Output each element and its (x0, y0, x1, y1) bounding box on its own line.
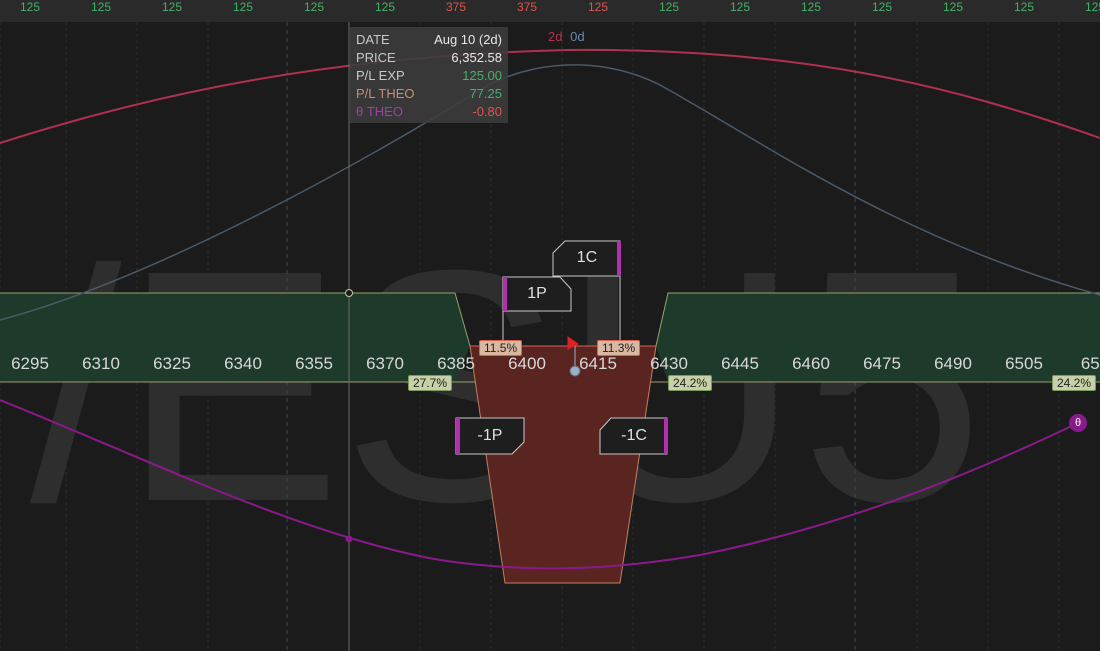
info-key: DATE (356, 32, 390, 47)
leg-label-short-put: -1P (477, 427, 503, 444)
profit-zone-left (0, 293, 470, 346)
pl-value-0: 125 (19, 0, 41, 14)
strike-label-1: 6310 (82, 354, 120, 373)
pl-value-15: 125 (1084, 0, 1100, 14)
strike-label-0: 6295 (11, 354, 49, 373)
pl-value-1: 125 (90, 0, 112, 14)
short-call-accent (664, 418, 668, 454)
info-row: θ THEO -0.80 (356, 103, 502, 121)
info-row: P/L THEO 77.25 (356, 85, 502, 103)
info-row: P/L EXP 125.00 (356, 67, 502, 85)
leg-label-long-put: 1P (527, 285, 547, 302)
pl-value-13: 125 (942, 0, 964, 14)
strike-label-6: 6385 (437, 354, 475, 373)
legend-2d[interactable]: 2d (548, 29, 562, 44)
pl-value-4: 125 (303, 0, 325, 14)
info-key: P/L EXP (356, 68, 405, 83)
info-row: DATE Aug 10 (2d) (356, 31, 502, 49)
info-value: 77.25 (469, 86, 502, 101)
cursor-point-top (345, 289, 353, 297)
strike-label-9: 6430 (650, 354, 688, 373)
legend-0d[interactable]: 0d (570, 29, 584, 44)
pct-badge-outer-right: 24.2% (668, 375, 713, 391)
pl-value-14: 125 (1013, 0, 1035, 14)
strike-label-15: 652 (1080, 354, 1100, 373)
info-value: 125.00 (462, 68, 502, 83)
pl-value-2: 125 (161, 0, 183, 14)
pl-value-12: 125 (871, 0, 893, 14)
strike-label-8: 6415 (579, 354, 617, 373)
pct-badge-inner-right: 11.3% (597, 340, 641, 356)
pl-value-10: 125 (729, 0, 751, 14)
leg-label-short-call: -1C (621, 427, 647, 444)
strike-label-13: 6490 (934, 354, 972, 373)
pct-badge-inner-left: 11.5% (479, 340, 523, 356)
pl-at-expiration-row: 125 125 125 125 125 125 375 375 125 125 125 125 125 1… (0, 0, 1100, 22)
strike-label-7: 6400 (508, 354, 546, 373)
strike-label-12: 6475 (863, 354, 901, 373)
curve-2d (0, 48, 1100, 144)
info-value: Aug 10 (2d) (434, 32, 502, 47)
pl-value-9: 125 (658, 0, 680, 14)
pl-value-3: 125 (232, 0, 254, 14)
strike-label-3: 6340 (224, 354, 262, 373)
pct-badge-far-right: 24.2% (1052, 375, 1097, 391)
info-value: -0.80 (472, 104, 502, 119)
pl-value-6: 375 (445, 0, 467, 14)
info-key: θ THEO (356, 104, 403, 119)
pl-value-8: 125 (587, 0, 609, 14)
pl-value-11: 125 (800, 0, 822, 14)
strike-label-4: 6355 (295, 354, 333, 373)
pct-badge-outer-left: 27.7% (408, 375, 453, 391)
pl-value-5: 125 (374, 0, 396, 14)
info-key: PRICE (356, 50, 396, 65)
cursor-point-theta (345, 535, 353, 543)
strike-label-14: 6505 (1005, 354, 1043, 373)
pl-value-7: 375 (516, 0, 538, 14)
leg-label-long-call: 1C (576, 249, 598, 266)
info-value: 6,352.58 (451, 50, 502, 65)
profit-zone-right (656, 293, 1100, 346)
strike-label-11: 6460 (792, 354, 830, 373)
info-key: P/L THEO (356, 86, 415, 101)
strike-label-5: 6370 (366, 354, 404, 373)
curve-legend: 2d 0d (548, 29, 585, 44)
strike-label-2: 6325 (153, 354, 191, 373)
strike-label-10: 6445 (721, 354, 759, 373)
cursor-info-tooltip: DATE Aug 10 (2d) PRICE 6,352.58 P/L EXP 125.0… (350, 27, 508, 123)
theta-marker-icon[interactable]: θ (1069, 414, 1087, 432)
risk-profile-chart[interactable]: /ESU5 (0, 0, 1100, 651)
info-row: PRICE 6,352.58 (356, 49, 502, 67)
long-call-accent (617, 241, 621, 276)
